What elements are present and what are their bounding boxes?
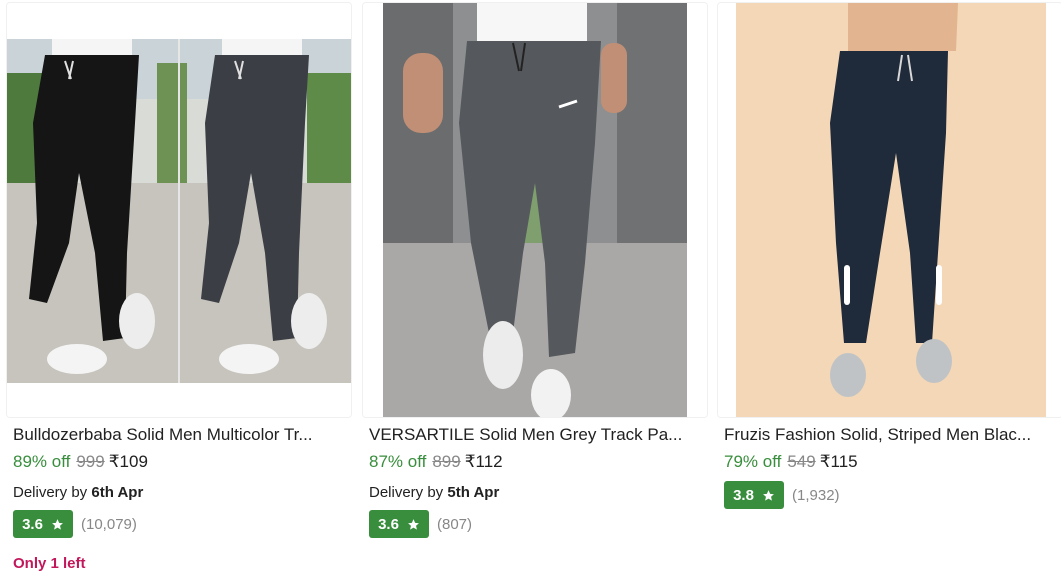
product-image[interactable] xyxy=(362,2,708,418)
product-card[interactable]: Fruzis Fashion Solid, Striped Men Blac..… xyxy=(717,0,1061,577)
delivery-date: 6th Apr xyxy=(91,484,144,501)
original-price: 999 xyxy=(76,452,105,471)
delivery-label: Delivery by xyxy=(369,484,444,501)
delivery-info: Delivery by 6th Apr xyxy=(13,483,143,503)
delivery-info: Delivery by 5th Apr xyxy=(369,483,499,503)
selling-price: ₹109 xyxy=(108,452,148,471)
discount-percent: 89% off xyxy=(13,452,71,471)
price-row: 87% off 899 ₹112 xyxy=(369,451,503,473)
discount-percent: 79% off xyxy=(724,452,782,471)
price-row: 79% off 549 ₹115 xyxy=(724,451,858,473)
product-image[interactable] xyxy=(717,2,1061,418)
price-row: 89% off 999 ₹109 xyxy=(13,451,148,473)
stock-warning: Only 1 left xyxy=(13,555,86,572)
delivery-label: Delivery by xyxy=(13,484,88,501)
rating-count: (1,932) xyxy=(792,486,840,504)
discount-percent: 87% off xyxy=(369,452,427,471)
rating-badge: 3.8 xyxy=(724,481,784,509)
original-price: 549 xyxy=(787,452,816,471)
product-photo-two-track-pants xyxy=(7,3,351,417)
rating-badge: 3.6 xyxy=(13,510,73,538)
selling-price: ₹112 xyxy=(464,452,503,471)
original-price: 899 xyxy=(432,452,461,471)
rating-row: 3.8 (1,932) xyxy=(724,481,840,509)
product-title[interactable]: Fruzis Fashion Solid, Striped Men Blac..… xyxy=(724,424,1060,446)
product-photo-navy-track-pants xyxy=(718,3,1061,417)
rating-row: 3.6 (807) xyxy=(369,510,472,538)
star-icon xyxy=(763,489,774,501)
product-card[interactable]: Bulldozerbaba Solid Men Multicolor Tr...… xyxy=(6,0,352,577)
rating-badge: 3.6 xyxy=(369,510,429,538)
product-title[interactable]: VERSARTILE Solid Men Grey Track Pa... xyxy=(369,424,705,446)
product-image[interactable] xyxy=(6,2,352,418)
selling-price: ₹115 xyxy=(819,452,858,471)
product-photo-grey-track-pants xyxy=(363,3,707,417)
rating-count: (807) xyxy=(437,515,473,533)
rating-row: 3.6 (10,079) xyxy=(13,510,137,538)
product-card[interactable]: VERSARTILE Solid Men Grey Track Pa... 87… xyxy=(362,0,708,577)
rating-value: 3.6 xyxy=(22,515,43,533)
rating-count: (10,079) xyxy=(81,515,137,533)
product-title[interactable]: Bulldozerbaba Solid Men Multicolor Tr... xyxy=(13,424,349,446)
rating-value: 3.6 xyxy=(378,515,399,533)
rating-value: 3.8 xyxy=(733,486,754,504)
star-icon xyxy=(408,518,419,530)
delivery-date: 5th Apr xyxy=(447,484,500,501)
star-icon xyxy=(52,518,63,530)
